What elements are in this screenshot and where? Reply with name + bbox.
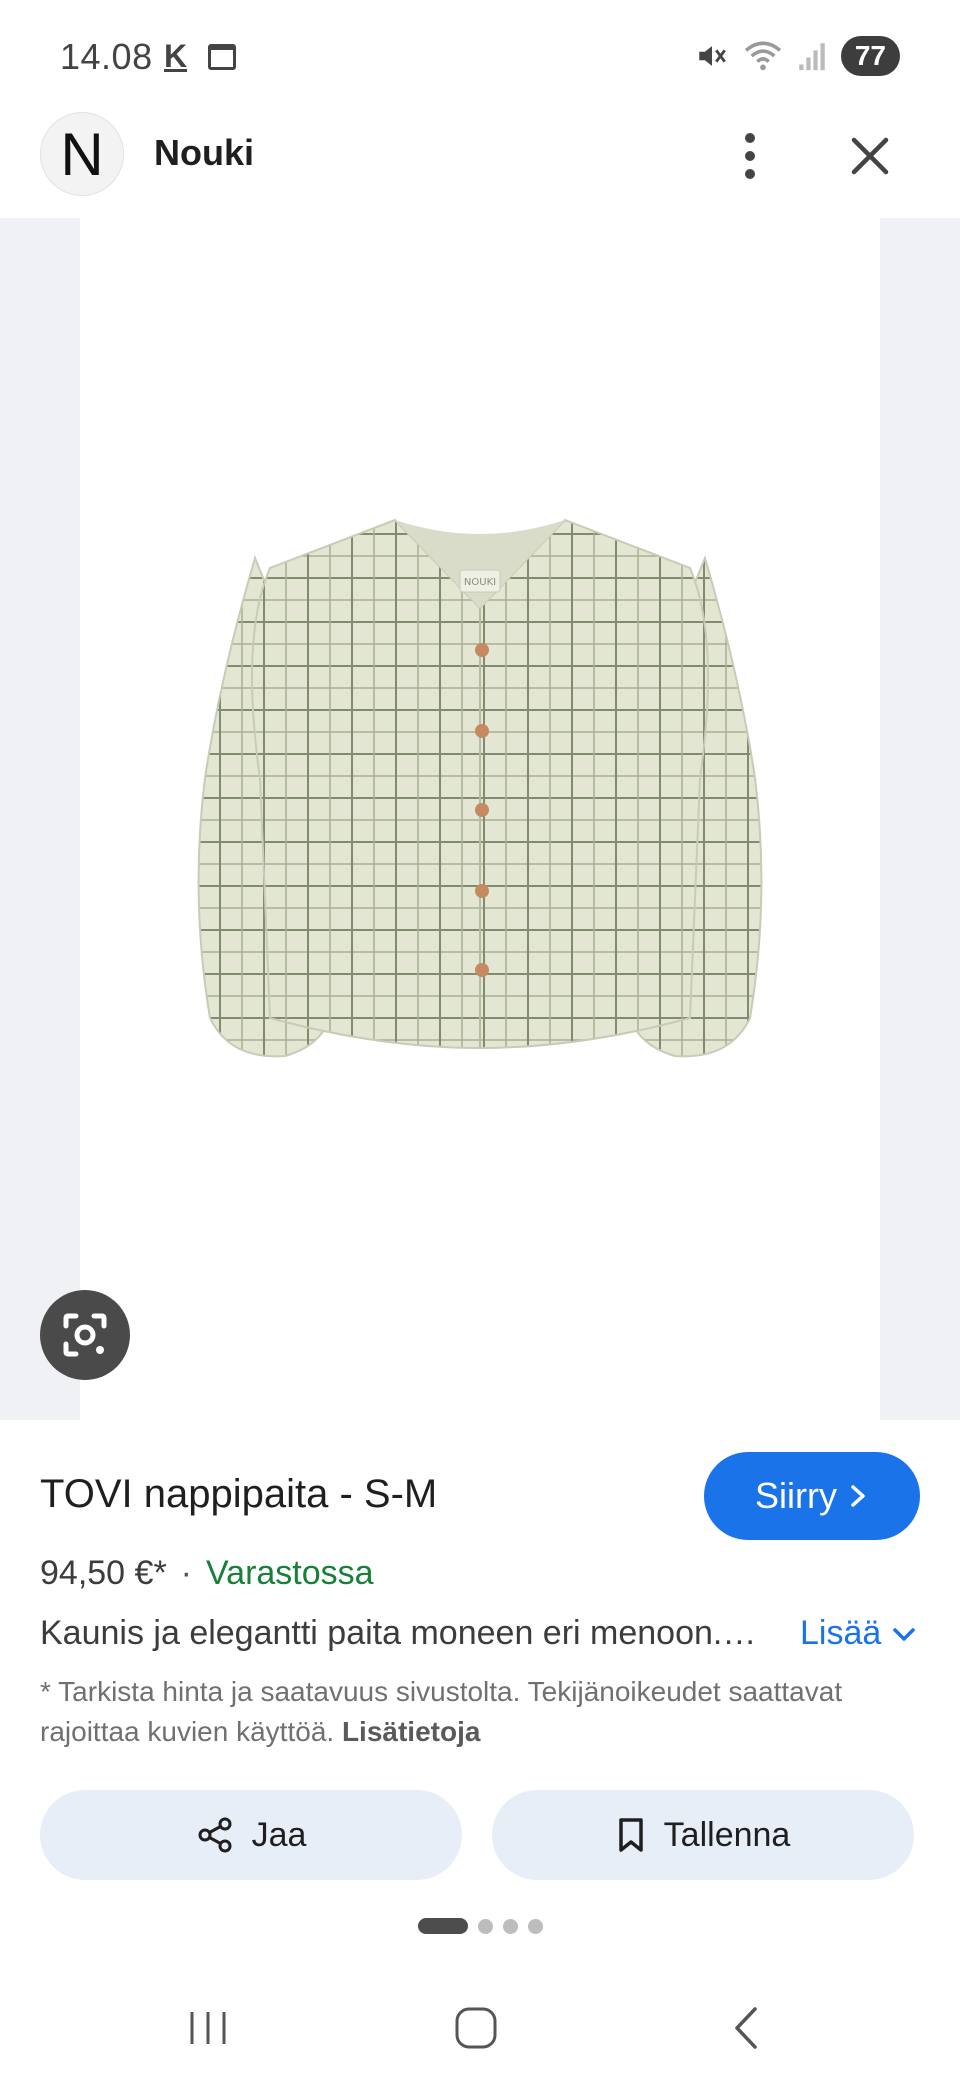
google-lens-button[interactable] xyxy=(40,1290,130,1380)
garment-label: NOUKI xyxy=(464,577,496,588)
pager-dot-active[interactable] xyxy=(418,1918,468,1934)
home-button[interactable] xyxy=(436,1996,516,2060)
share-button[interactable]: Jaa xyxy=(40,1790,462,1880)
close-icon[interactable] xyxy=(842,128,898,184)
recent-apps-icon xyxy=(190,2012,226,2044)
more-options-button[interactable] xyxy=(726,124,774,188)
stock-status: Varastossa xyxy=(206,1554,374,1592)
description-row: Kaunis ja elegantti paita moneen eri men… xyxy=(40,1614,920,1653)
status-bar: 14.08 K 77 xyxy=(0,0,960,110)
more-link[interactable]: Lisää xyxy=(800,1614,917,1653)
product-image[interactable]: NOUKI xyxy=(80,218,880,1420)
pager-dot[interactable] xyxy=(503,1918,518,1934)
site-name[interactable]: Nouki xyxy=(154,132,254,174)
back-button[interactable] xyxy=(706,1996,786,2060)
dot-icon xyxy=(745,151,755,161)
pager-dot[interactable] xyxy=(528,1918,543,1934)
wifi-icon xyxy=(744,41,781,71)
price: 94,50 €* xyxy=(40,1554,167,1592)
bookmark-icon xyxy=(618,1818,643,1852)
product-image-area: NOUKI xyxy=(0,218,960,1420)
lens-icon xyxy=(63,1313,107,1357)
battery-indicator: 77 xyxy=(840,36,900,76)
system-nav-bar xyxy=(0,1980,960,2080)
k-icon: K xyxy=(164,38,188,74)
visit-button[interactable]: Siirry xyxy=(704,1452,920,1540)
product-photo: NOUKI xyxy=(197,518,763,1058)
description: Kaunis ja elegantti paita moneen eri men… xyxy=(40,1614,757,1652)
chevron-right-icon xyxy=(851,1485,865,1507)
chevron-down-icon xyxy=(893,1627,916,1641)
more-info-link[interactable]: Lisätietoja xyxy=(342,1716,480,1747)
home-icon xyxy=(455,2007,497,2049)
more-label: Lisää xyxy=(800,1614,882,1652)
app-header: N Nouki xyxy=(0,110,960,218)
calendar-icon xyxy=(208,44,236,70)
save-button[interactable]: Tallenna xyxy=(492,1790,914,1880)
pager-dot[interactable] xyxy=(478,1918,493,1934)
site-logo[interactable]: N xyxy=(40,112,124,196)
recent-apps-button[interactable] xyxy=(168,1996,248,2060)
logo-letter: N xyxy=(60,120,104,188)
product-title: TOVI nappipaita - S-M xyxy=(40,1472,438,1516)
disclaimer: * Tarkista hinta ja saatavuus sivustolta… xyxy=(40,1672,920,1752)
mute-icon xyxy=(699,46,726,66)
status-time: 14.08 xyxy=(60,36,153,77)
image-pager xyxy=(418,1918,543,1934)
dot-icon xyxy=(745,169,755,179)
back-icon xyxy=(735,2007,757,2049)
price-row: 94,50 €* · Varastossa xyxy=(40,1554,374,1593)
separator: · xyxy=(180,1554,192,1592)
share-icon xyxy=(198,1817,232,1853)
save-label: Tallenna xyxy=(663,1815,791,1854)
signal-icon xyxy=(799,43,825,71)
share-label: Jaa xyxy=(251,1815,307,1854)
dot-icon xyxy=(745,133,755,143)
visit-label: Siirry xyxy=(755,1475,837,1516)
status-icons: 77 xyxy=(695,36,900,76)
